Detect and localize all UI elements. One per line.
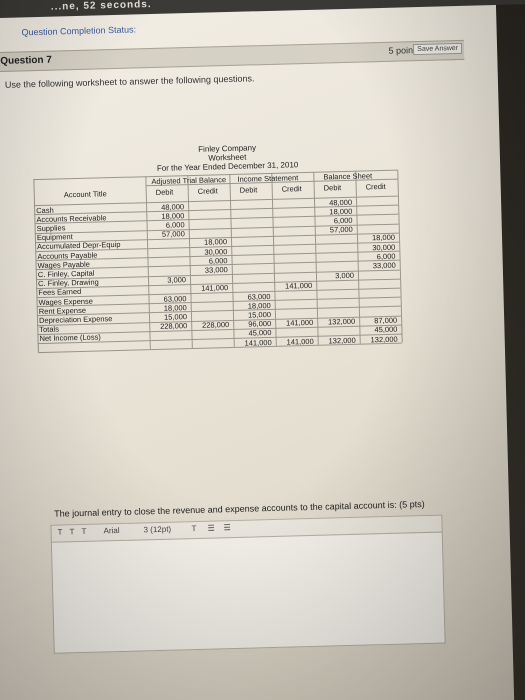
question-header: Question 7 5 points Save Answer [0,39,465,73]
photo-background: ...ne, 52 seconds. Question Completion S… [0,0,525,700]
header-debit: Debit [323,183,342,193]
account-title-cell: Depreciation Expense [38,314,113,325]
header-debit: Debit [155,187,174,197]
question-page: ...ne, 52 seconds. Question Completion S… [0,0,525,700]
completion-status[interactable]: Question Completion Status: [21,24,136,37]
amount-cell: 228,000 [160,321,188,331]
amount-cell: 132,000 [327,316,356,327]
bold-button[interactable]: T [57,528,62,537]
timer-bar: ...ne, 52 seconds. [0,0,525,19]
amount-cell: 33,000 [372,260,396,271]
header-income-statement: Income Statement [237,173,299,184]
text-color-button[interactable]: T [191,524,196,533]
account-title-cell: Cash [36,205,54,215]
account-title-cell: Totals [39,324,60,335]
amount-cell: 132,000 [370,334,398,344]
amount-cell: 141,000 [201,283,229,294]
header-credit: Credit [197,186,218,196]
amount-cell: 141,000 [285,281,313,291]
header-debit: Debit [239,185,258,195]
question-instructions: Use the following worksheet to answer th… [4,73,255,90]
account-title-cell: Net Income (Loss) [39,332,101,344]
font-size-select[interactable]: 3 (12pt) [143,525,171,535]
header-adjusted-trial-balance: Adjusted Trial Balance [151,175,227,187]
amount-cell: 3,000 [335,270,355,281]
amount-cell: 141,000 [286,336,314,347]
amount-cell: 141,000 [285,317,314,328]
amount-cell: 57,000 [161,229,185,239]
answer-editor[interactable] [50,531,446,654]
question-number: Question 7 [0,54,53,67]
header-account-title: Account Title [63,189,107,200]
save-answer-button[interactable]: Save Answer [413,42,463,56]
header-balance-sheet: Balance Sheet [323,171,373,182]
amount-cell: 57,000 [329,224,353,235]
underline-button[interactable]: T [81,527,86,536]
header-credit: Credit [281,184,302,194]
account-title-cell: Accounts Receivable [36,212,107,224]
grid-vline [397,169,403,343]
account-title-cell: Supplies [36,223,66,233]
amount-cell: 141,000 [244,337,272,348]
bullet-list-button[interactable]: ☰ [207,524,214,533]
font-family-select[interactable]: Arial [103,526,119,535]
amount-cell: 228,000 [201,320,230,330]
italic-button[interactable]: T [69,527,74,536]
amount-cell: 132,000 [328,335,356,345]
numbered-list-button[interactable]: ☰ [223,523,230,532]
amount-cell: 3,000 [167,275,187,285]
header-credit: Credit [365,181,386,192]
amount-cell: 33,000 [204,264,228,275]
